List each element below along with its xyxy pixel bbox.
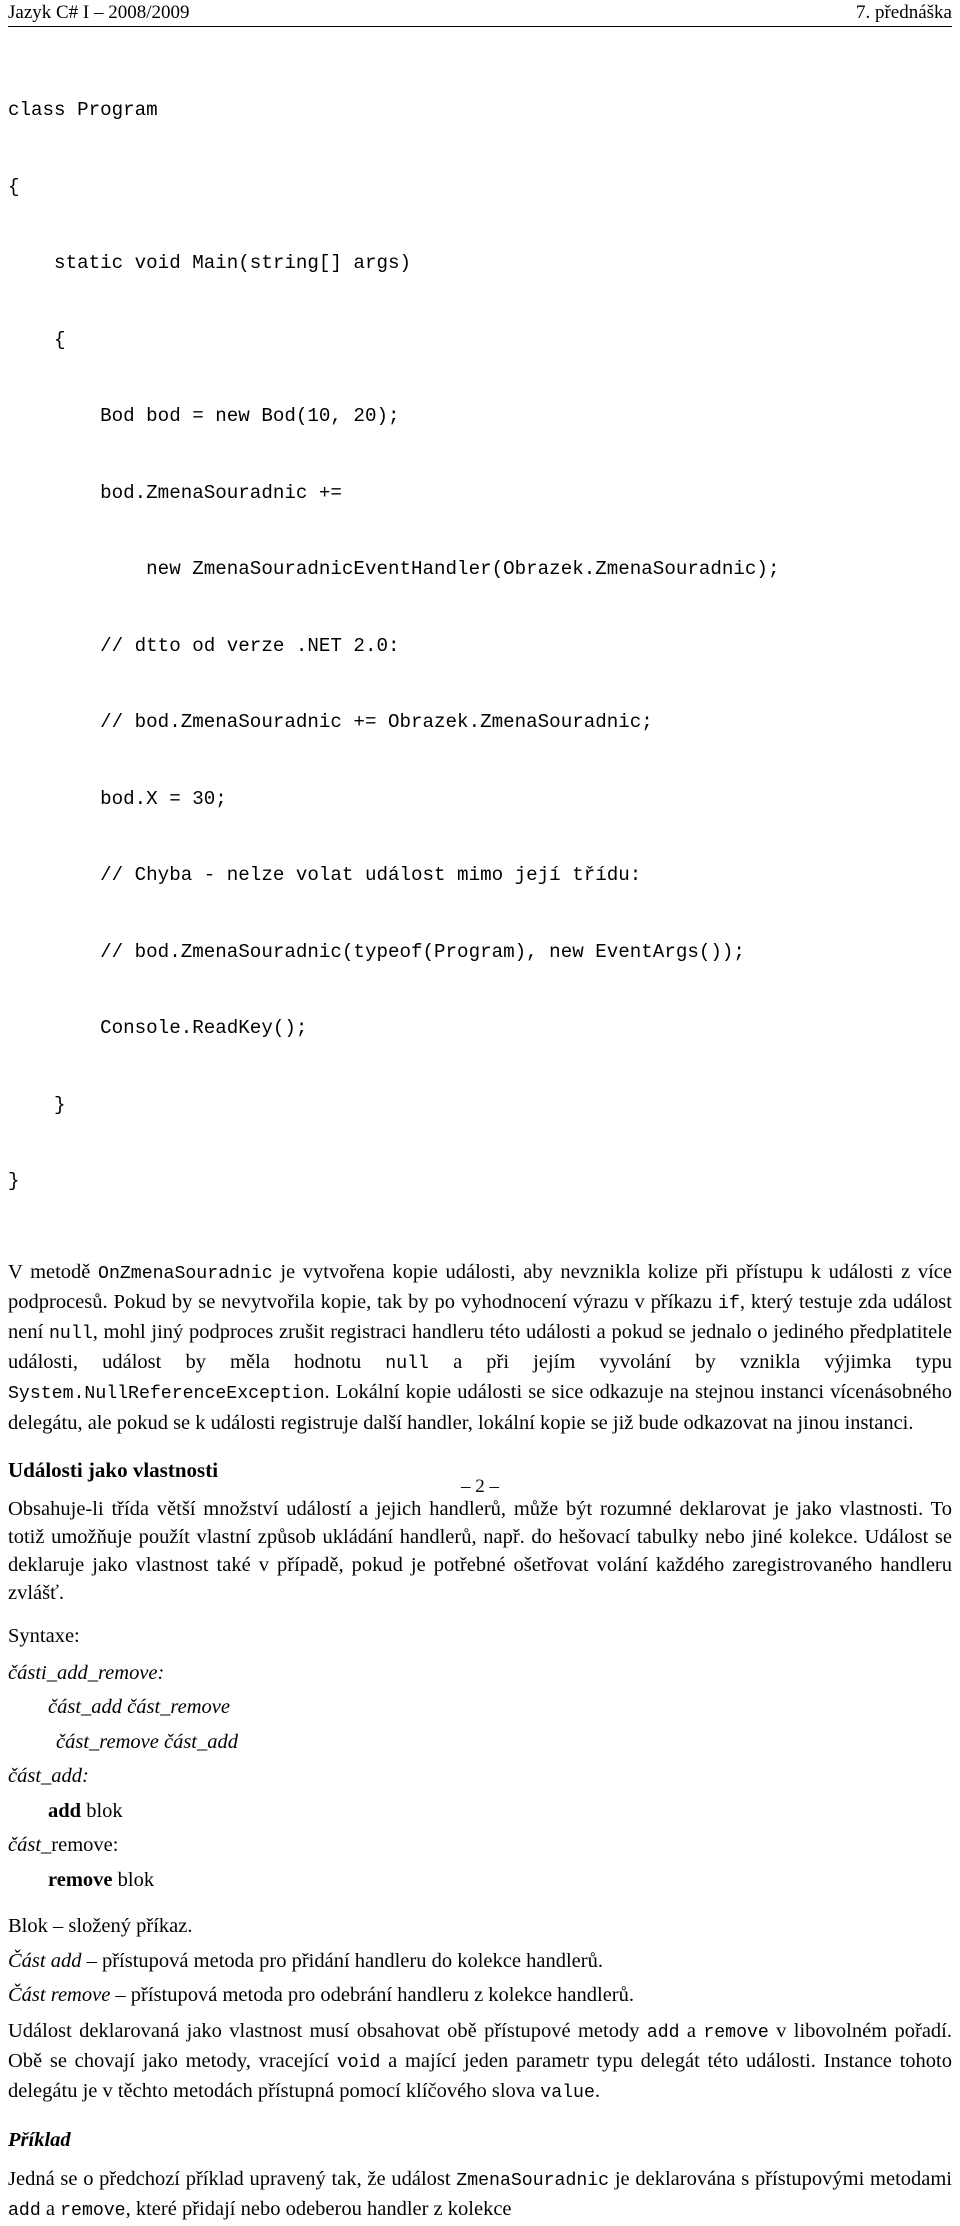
header-lecture-number: 7. přednáška [855,2,952,23]
code-listing: class Program { static void Main(string[… [8,47,952,1246]
text-run: a při jejím vyvolání by vznikla výjimka … [428,1351,952,1374]
code-line: static void Main(string[] args) [8,252,412,274]
text-run: a [679,2019,704,2042]
text-run: je deklarována s přístupovými metodami [609,2168,952,2191]
grammar-production-text: část_remove část_add [56,1730,238,1753]
inline-code: if [718,1293,740,1314]
code-line: bod.ZmenaSouradnic += [8,481,342,504]
definition-text: – přístupová metoda pro přidání handleru… [81,1949,603,1972]
definition-text: – složený příkaz. [47,1915,193,1938]
inline-code: void [336,2052,381,2073]
grammar-rule-name-plain: _remove: [41,1834,119,1857]
definition-term-plain: Blok [8,1915,48,1938]
page-number: – 2 – [461,1476,499,1497]
grammar-rule-head: část_add: [8,1759,952,1794]
grammar-production: remove blok [48,1863,952,1898]
text-run: , které přidají nebo odeberou handler z … [125,2198,512,2221]
inline-code: add [646,2022,680,2043]
grammar-production: add blok [48,1794,952,1829]
text-run: Jedná se o předchozí příklad upravený ta… [8,2168,457,2191]
grammar-production: část_remove část_add [56,1725,952,1760]
definition-list: Blok – složený příkaz. Část add – přístu… [8,1909,952,2013]
grammar-rule-name: část_add [8,1765,83,1788]
inline-code: remove [703,2022,769,2043]
definition-term: Část remove [8,1984,111,2007]
document-page: Jazyk C# I – 2008/2009 7. přednáška clas… [0,0,960,2221]
paragraph-event-copy: V metodě OnZmenaSouradnic je vytvořena k… [8,1258,952,1437]
code-line: bod.X = 30; [8,787,227,810]
inline-code: null [49,1323,93,1344]
paragraph-accessor-methods: Událost deklarovaná jako vlastnost musí … [8,2017,952,2108]
definition-item-cast-add: Část add – přístupová metoda pro přidání… [8,1944,952,1979]
code-line: // Chyba - nelze volat událost mimo její… [8,864,642,886]
text-run: Událost deklarovaná jako vlastnost musí … [8,2019,647,2042]
code-line: // bod.ZmenaSouradnic(typeof(Program), n… [8,940,745,963]
header-course-title: Jazyk C# I – 2008/2009 [8,2,190,23]
code-line: new ZmenaSouradnicEventHandler(Obrazek.Z… [8,558,780,580]
inline-code: remove [60,2201,126,2222]
code-line: Console.ReadKey(); [8,1017,308,1039]
grammar-production-text: část_add část_remove [48,1696,230,1719]
syntax-label: Syntaxe: [8,1624,80,1647]
inline-code: add [8,2201,41,2222]
grammar-rule-name: část [8,1834,42,1857]
grammar-production: část_add část_remove [48,1690,952,1725]
grammar-keyword-add: add [48,1799,82,1822]
text-run: . [594,2079,600,2102]
definition-item-cast-remove: Část remove – přístupová metoda pro odeb… [8,1978,952,2013]
paragraph-example-intro: Jedná se o předchozí příklad upravený ta… [8,2165,952,2225]
text-run: V metodě [8,1260,99,1283]
grammar-keyword-remove: remove [48,1868,113,1891]
grammar-production-rest: blok [81,1799,123,1822]
definition-text: – přístupová metoda pro odebrání handler… [110,1984,635,2007]
inline-code: ZmenaSouradnic [456,2171,610,2192]
inline-code: null [385,1354,429,1375]
code-line: { [8,328,66,351]
code-line: } [8,1093,66,1116]
code-line: { [8,175,20,198]
page-footer: – 2 – [0,1476,960,1498]
definition-term: Část add [8,1949,82,1972]
grammar-production-rest: blok [112,1868,155,1891]
grammar-rule-head: části_add_remove: [8,1656,952,1691]
code-line: // bod.ZmenaSouradnic += Obrazek.ZmenaSo… [8,711,653,733]
grammar-block: části_add_remove: část_add část_remove č… [8,1656,952,1898]
grammar-rule-colon: : [82,1765,89,1788]
text-run: a [40,2198,61,2221]
code-line: } [8,1170,20,1192]
grammar-rule-colon: : [157,1661,165,1684]
grammar-rule-head: část_remove: [8,1828,952,1863]
grammar-rule-name: části_add_remove [8,1661,158,1684]
page-header: Jazyk C# I – 2008/2009 7. přednáška [8,0,952,27]
code-line: // dtto od verze .NET 2.0: [8,634,400,657]
inline-code: System.NullReferenceException [8,1384,325,1405]
section-heading-example: Příklad [8,2129,71,2152]
code-line: Bod bod = new Bod(10, 20); [8,405,400,427]
code-line: class Program [8,99,158,121]
inline-code: OnZmenaSouradnic [98,1263,273,1284]
inline-code: value [540,2082,595,2103]
definition-item-blok: Blok – složený příkaz. [8,1909,952,1944]
